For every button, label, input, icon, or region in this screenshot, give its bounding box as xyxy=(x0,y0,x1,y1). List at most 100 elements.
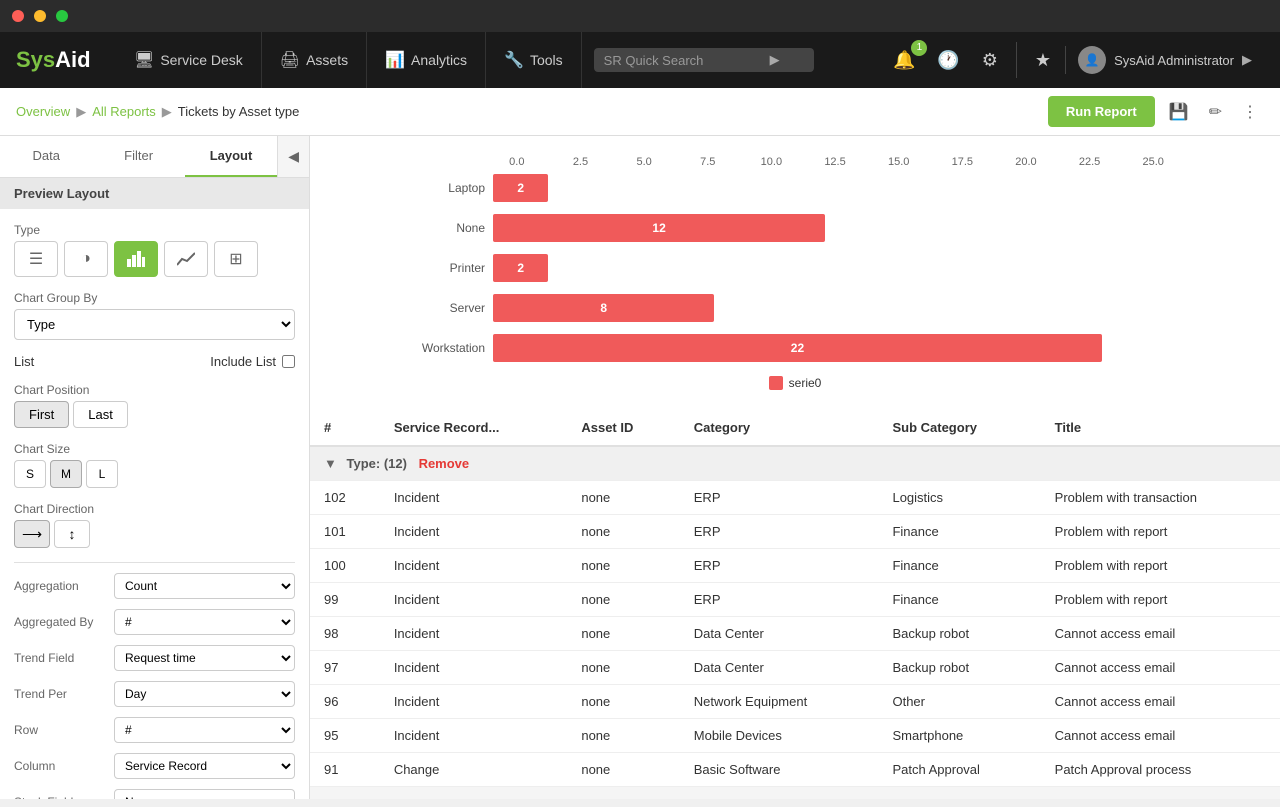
position-last-button[interactable]: Last xyxy=(73,401,128,428)
chart-direction-group: Chart Direction ⟶ ↕ xyxy=(14,502,295,548)
cell-service-record: Incident xyxy=(380,719,568,753)
col-header-category: Category xyxy=(680,410,879,446)
direction-horizontal-button[interactable]: ⟶ xyxy=(14,520,50,548)
table-row: 97 Incident none Data Center Backup robo… xyxy=(310,651,1280,685)
collapse-panel-button[interactable]: ◀ xyxy=(277,136,309,177)
nav-tools[interactable]: 🔧 Tools xyxy=(486,32,582,88)
cell-asset-id: none xyxy=(567,719,679,753)
bar-chart: 0.0 2.5 5.0 7.5 10.0 12.5 15.0 17.5 20.0… xyxy=(405,156,1185,390)
left-panel: Data Filter Layout ◀ Preview Layout Type… xyxy=(0,136,310,799)
nav-assets[interactable]: 🖨 Assets xyxy=(262,32,367,88)
chart-group-by-select[interactable]: Type Category Status xyxy=(14,309,295,340)
notification-btn[interactable]: 🔔 1 xyxy=(885,44,923,77)
save-icon[interactable]: 💾 xyxy=(1163,98,1195,126)
direction-vertical-button[interactable]: ↕ xyxy=(54,520,90,548)
cell-service-record: Incident xyxy=(380,481,568,515)
nav-analytics[interactable]: 📊 Analytics xyxy=(367,32,486,88)
trend-per-select[interactable]: Day Week Month xyxy=(114,681,295,707)
edit-icon[interactable]: ✏ xyxy=(1203,98,1228,126)
bar-area-none: 12 xyxy=(493,212,1185,244)
aggregation-label: Aggregation xyxy=(14,579,114,593)
breadcrumb: Overview ▶ All Reports ▶ Tickets by Asse… xyxy=(16,104,299,120)
axis-label-20: 20.0 xyxy=(994,156,1058,168)
cell-asset-id: none xyxy=(567,753,679,787)
window-chrome xyxy=(0,0,1280,32)
clock-icon[interactable]: 🕐 xyxy=(929,44,967,77)
star-icon[interactable]: ★ xyxy=(1027,44,1059,77)
nav-service-desk-label: Service Desk xyxy=(160,52,242,68)
user-menu[interactable]: 👤 SysAid Administrator ▶ xyxy=(1065,46,1264,74)
column-row: Column Service Record xyxy=(14,753,295,779)
list-group: List Include List xyxy=(14,354,295,369)
group-row: ▼ Type: (12) Remove xyxy=(310,446,1280,481)
chart-size-label: Chart Size xyxy=(14,442,295,456)
group-row-cell: ▼ Type: (12) Remove xyxy=(310,446,1280,481)
position-first-button[interactable]: First xyxy=(14,401,69,428)
bar-label-printer: Printer xyxy=(405,261,485,275)
chart-legend: serie0 xyxy=(405,376,1185,390)
search-box[interactable]: ▶ xyxy=(594,48,814,72)
cell-title: Patch Approval process xyxy=(1041,753,1280,787)
stack-field-select[interactable]: None xyxy=(114,789,295,799)
table-body: ▼ Type: (12) Remove 102 Incident none ER… xyxy=(310,446,1280,787)
minimize-dot[interactable] xyxy=(34,10,46,22)
chart-type-list[interactable]: ☰ xyxy=(14,241,58,277)
nav-divider xyxy=(1016,42,1017,78)
chart-row-printer: Printer 2 xyxy=(405,252,1185,284)
cell-asset-id: none xyxy=(567,481,679,515)
trend-per-control: Day Week Month xyxy=(114,681,295,707)
bar-printer: 2 xyxy=(493,254,548,282)
cell-category: ERP xyxy=(680,481,879,515)
chevron-right-icon: ▶ xyxy=(1242,52,1252,68)
panel-content: Type ☰ ◑ ⊞ Chart Group By Type xyxy=(0,209,309,799)
tab-data[interactable]: Data xyxy=(0,136,92,177)
cell-service-record: Incident xyxy=(380,515,568,549)
aggregated-by-control: # xyxy=(114,609,295,635)
search-input[interactable] xyxy=(604,53,764,68)
tab-filter[interactable]: Filter xyxy=(92,136,184,177)
cell-service-record: Incident xyxy=(380,685,568,719)
remove-group-link[interactable]: Remove xyxy=(419,456,470,471)
size-l-button[interactable]: L xyxy=(86,460,118,488)
breadcrumb-overview[interactable]: Overview xyxy=(16,104,70,119)
table-row: 98 Incident none Data Center Backup robo… xyxy=(310,617,1280,651)
close-dot[interactable] xyxy=(12,10,24,22)
data-table: # Service Record... Asset ID Category Su… xyxy=(310,410,1280,787)
axis-label-17-5: 17.5 xyxy=(930,156,994,168)
chart-size-group: Chart Size S M L xyxy=(14,442,295,488)
column-select[interactable]: Service Record xyxy=(114,753,295,779)
size-m-button[interactable]: M xyxy=(50,460,82,488)
aggregated-by-select[interactable]: # xyxy=(114,609,295,635)
bar-area-workstation: 22 xyxy=(493,332,1185,364)
include-list-checkbox[interactable] xyxy=(282,355,295,368)
gear-icon[interactable]: ⚙ xyxy=(974,44,1006,77)
table-row: 102 Incident none ERP Logistics Problem … xyxy=(310,481,1280,515)
chart-type-pie[interactable]: ◑ xyxy=(64,241,108,277)
axis-label-7-5: 7.5 xyxy=(676,156,740,168)
row-select[interactable]: # xyxy=(114,717,295,743)
breadcrumb-current: Tickets by Asset type xyxy=(178,104,300,119)
cell-id: 98 xyxy=(310,617,380,651)
chart-type-line[interactable] xyxy=(164,241,208,277)
aggregated-by-label: Aggregated By xyxy=(14,615,114,629)
chart-type-table[interactable]: ⊞ xyxy=(214,241,258,277)
cell-category: Mobile Devices xyxy=(680,719,879,753)
cell-id: 102 xyxy=(310,481,380,515)
run-report-button[interactable]: Run Report xyxy=(1048,96,1155,127)
breadcrumb-all-reports[interactable]: All Reports xyxy=(92,104,156,119)
size-s-button[interactable]: S xyxy=(14,460,46,488)
chart-position-label: Chart Position xyxy=(14,383,295,397)
table-row: 95 Incident none Mobile Devices Smartpho… xyxy=(310,719,1280,753)
trend-field-control: Request time xyxy=(114,645,295,671)
breadcrumb-sep-2: ▶ xyxy=(162,104,172,120)
tab-layout[interactable]: Layout xyxy=(185,136,277,177)
trend-field-select[interactable]: Request time xyxy=(114,645,295,671)
group-toggle-icon[interactable]: ▼ xyxy=(324,456,337,471)
axis-label-22-5: 22.5 xyxy=(1058,156,1122,168)
type-label: Type xyxy=(14,223,295,237)
maximize-dot[interactable] xyxy=(56,10,68,22)
chart-type-bar[interactable] xyxy=(114,241,158,277)
nav-service-desk[interactable]: 🖥 Service Desk xyxy=(116,32,262,88)
aggregation-select[interactable]: Count Sum Average xyxy=(114,573,295,599)
more-options-icon[interactable]: ⋮ xyxy=(1236,98,1264,126)
